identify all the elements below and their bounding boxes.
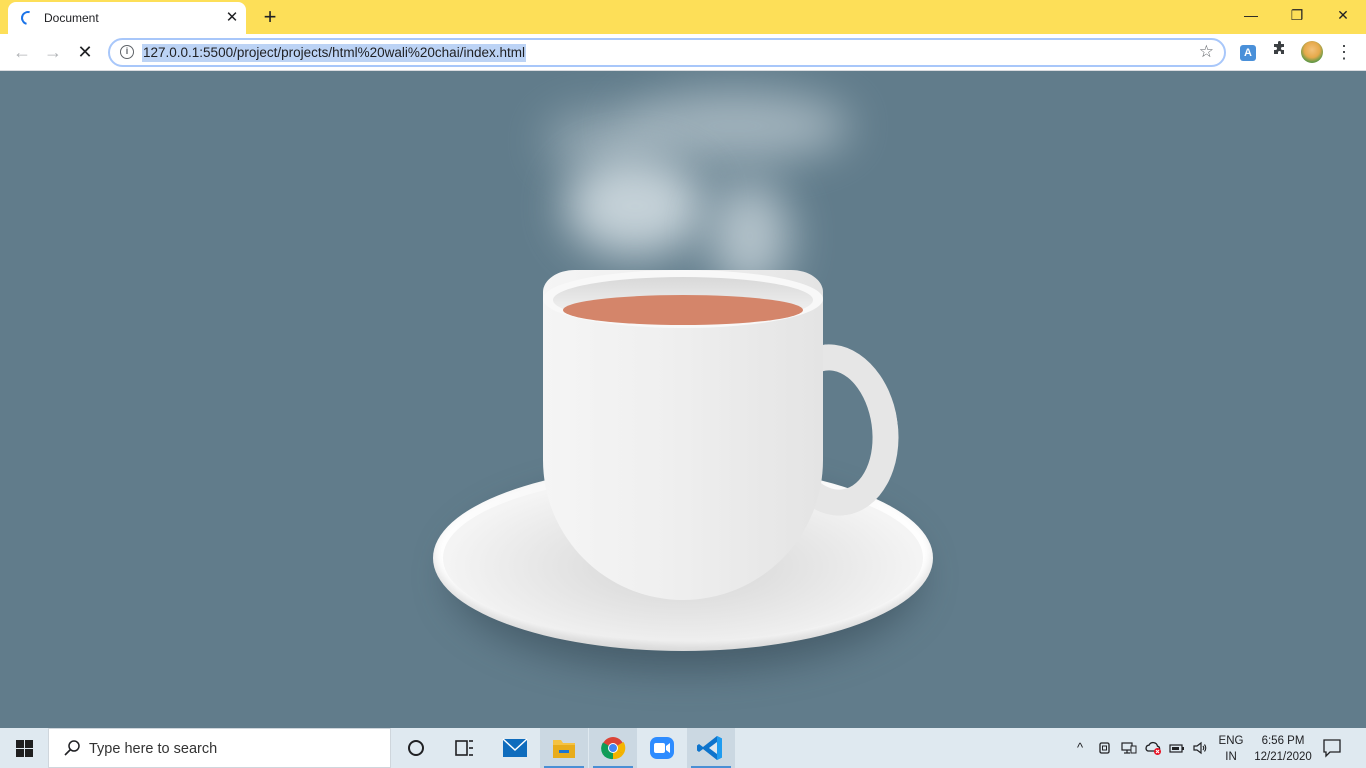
- puzzle-icon-graphic: [1274, 41, 1284, 54]
- restore-button[interactable]: ❐: [1274, 4, 1320, 28]
- back-button[interactable]: ←: [9, 39, 35, 65]
- action-center-icon-graphic: [1323, 739, 1341, 758]
- windows-logo-part: [16, 740, 24, 748]
- extension-a-label: A: [1240, 45, 1256, 61]
- file-explorer-icon-graphic: [553, 740, 575, 758]
- zoom-icon[interactable]: [638, 728, 686, 768]
- info-icon[interactable]: i: [120, 45, 134, 59]
- steam: [565, 156, 705, 256]
- star-icon[interactable]: ☆: [1199, 42, 1214, 62]
- address-bar[interactable]: i 127.0.0.1:5500/project/projects/html%2…: [108, 38, 1226, 67]
- steam: [620, 91, 850, 161]
- browser-title-bar: Document ✕ + — ❐ ✕: [0, 0, 1366, 34]
- menu-dots-icon[interactable]: ⋮: [1333, 41, 1355, 63]
- windows-logo-part: [25, 740, 33, 748]
- onedrive-error-icon[interactable]: [1145, 740, 1161, 756]
- browser-tab[interactable]: Document ✕: [8, 2, 246, 34]
- vscode-icon-graphic: [697, 736, 722, 760]
- network-icon[interactable]: [1121, 740, 1137, 756]
- clock-time: 6:56 PM: [1261, 735, 1305, 747]
- mail-icon[interactable]: [491, 728, 539, 768]
- language-indicator[interactable]: ENG IN: [1212, 733, 1250, 765]
- cortana-icon-graphic: [408, 740, 424, 756]
- chrome-icon-graphic: [601, 737, 626, 760]
- device-icon[interactable]: [1097, 740, 1113, 756]
- forward-button[interactable]: →: [40, 39, 66, 65]
- taskbar: Type here to search ^ ENG IN 6:56 PM 12/…: [0, 728, 1366, 768]
- task-view-icon[interactable]: [440, 728, 488, 768]
- profile-avatar[interactable]: [1301, 41, 1323, 63]
- taskbar-search-box[interactable]: Type here to search: [48, 728, 391, 768]
- volume-icon-graphic: [1193, 741, 1207, 755]
- loading-spinner-icon: [18, 8, 38, 28]
- chrome-icon[interactable]: [589, 728, 637, 768]
- language-region: IN: [1225, 751, 1237, 763]
- cortana-icon[interactable]: [392, 728, 440, 768]
- windows-logo-part: [25, 749, 33, 757]
- new-tab-button[interactable]: +: [258, 5, 282, 29]
- action-center-icon[interactable]: [1320, 738, 1344, 758]
- clock-date: 12/21/2020: [1254, 751, 1312, 763]
- windows-start-icon[interactable]: [0, 728, 48, 768]
- mail-icon-graphic: [502, 738, 528, 757]
- battery-icon[interactable]: [1169, 740, 1185, 756]
- extension-a-icon[interactable]: A: [1237, 41, 1259, 63]
- close-window-button[interactable]: ✕: [1320, 4, 1366, 28]
- tea-surface: [563, 295, 803, 325]
- language-code: ENG: [1218, 735, 1244, 747]
- battery-icon-graphic: [1169, 744, 1184, 753]
- volume-icon[interactable]: [1192, 740, 1208, 756]
- tab-close-button[interactable]: ✕: [222, 8, 242, 28]
- clock[interactable]: 6:56 PM 12/21/2020: [1248, 733, 1318, 765]
- tab-title: Document: [44, 11, 99, 25]
- task-view-icon-graphic: [455, 740, 473, 756]
- stop-loading-button[interactable]: ✕: [72, 39, 98, 65]
- minimize-button[interactable]: —: [1228, 4, 1274, 28]
- file-explorer-icon[interactable]: [540, 728, 588, 768]
- search-placeholder: Type here to search: [89, 741, 218, 757]
- browser-toolbar: ← → ✕ i 127.0.0.1:5500/project/projects/…: [0, 34, 1366, 71]
- url-text[interactable]: 127.0.0.1:5500/project/projects/html%20w…: [142, 44, 526, 62]
- onedrive-error-icon-graphic: [1145, 741, 1161, 755]
- puzzle-icon[interactable]: [1269, 41, 1291, 63]
- page-viewport: [0, 71, 1366, 728]
- network-icon-graphic: [1121, 742, 1137, 754]
- show-hidden-icons-chevron-icon[interactable]: ^: [1072, 740, 1088, 756]
- windows-logo-part: [16, 749, 24, 757]
- vscode-icon[interactable]: [687, 728, 735, 768]
- device-icon-graphic: [1099, 742, 1110, 754]
- zoom-icon-graphic: [650, 737, 674, 759]
- search-icon: [64, 740, 80, 756]
